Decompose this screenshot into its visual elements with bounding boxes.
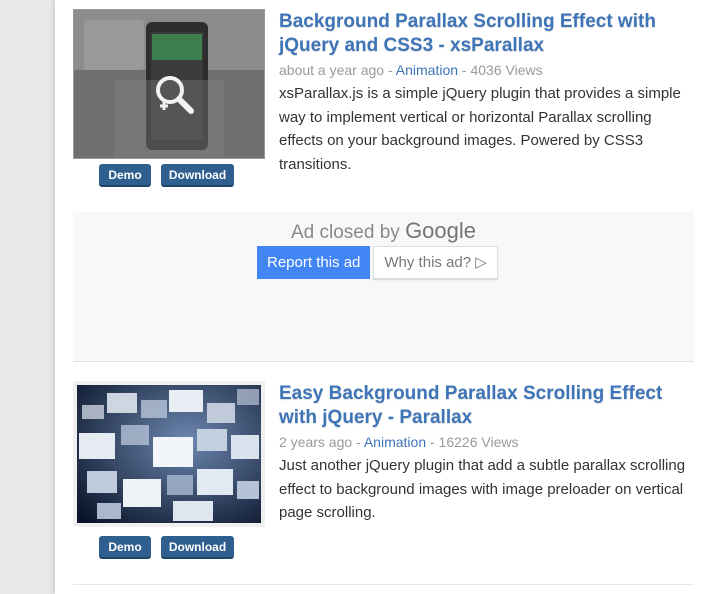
article-description: Just another jQuery plugin that add a su… bbox=[279, 457, 686, 521]
article-thumbnail[interactable] bbox=[73, 9, 265, 159]
report-ad-button[interactable]: Report this ad bbox=[257, 246, 371, 279]
article-time: about a year ago bbox=[279, 62, 385, 78]
ad-buttons: Report this ad Why this ad? ▷ bbox=[257, 246, 498, 279]
article-title-line2[interactable]: jQuery and CSS3 - xsParallax bbox=[279, 35, 544, 56]
google-logo: Google bbox=[405, 218, 477, 243]
thumbnail-image bbox=[74, 10, 264, 158]
demo-button[interactable]: Demo bbox=[99, 536, 151, 559]
divider bbox=[73, 584, 694, 585]
article-title[interactable]: Easy Background Parallax Scrolling Effec… bbox=[279, 382, 662, 430]
ad-closed-label: Ad closed by bbox=[290, 222, 406, 243]
article-time: 2 years ago bbox=[279, 434, 353, 450]
download-button[interactable]: Download bbox=[161, 536, 234, 559]
article-title-line1[interactable]: Background Parallax Scrolling Effect wit… bbox=[279, 11, 656, 32]
content-panel: Demo Download Background Parallax Scroll… bbox=[55, 0, 710, 594]
article-buttons: Demo Download bbox=[99, 536, 234, 559]
meta-separator: - bbox=[352, 434, 364, 450]
article-views: - 16226 Views bbox=[426, 434, 519, 450]
article-views: - 4036 Views bbox=[458, 62, 543, 78]
demo-button[interactable]: Demo bbox=[99, 164, 151, 187]
meta-separator: - bbox=[384, 62, 396, 78]
category-link[interactable]: Animation bbox=[364, 434, 426, 450]
why-this-ad-button[interactable]: Why this ad? ▷ bbox=[373, 246, 498, 279]
article-meta: about a year ago - Animation - 4036 View… bbox=[279, 62, 543, 78]
category-link[interactable]: Animation bbox=[396, 62, 458, 78]
article-title[interactable]: Background Parallax Scrolling Effect wit… bbox=[279, 10, 656, 58]
article-title-line1[interactable]: Easy Background Parallax Scrolling Effec… bbox=[279, 383, 662, 404]
ad-closed-text: Ad closed by Google bbox=[73, 218, 694, 244]
thumbnail-image bbox=[77, 385, 261, 523]
article-thumbnail[interactable] bbox=[73, 381, 265, 527]
article-title-line2[interactable]: with jQuery - Parallax bbox=[279, 407, 472, 428]
article-meta: 2 years ago - Animation - 16226 Views bbox=[279, 434, 518, 450]
article-buttons: Demo Download bbox=[99, 164, 234, 187]
download-button[interactable]: Download bbox=[161, 164, 234, 187]
article-description: xsParallax.js is a simple jQuery plugin … bbox=[279, 85, 681, 173]
ad-closed-panel: Ad closed by Google Report this ad Why t… bbox=[73, 212, 694, 362]
